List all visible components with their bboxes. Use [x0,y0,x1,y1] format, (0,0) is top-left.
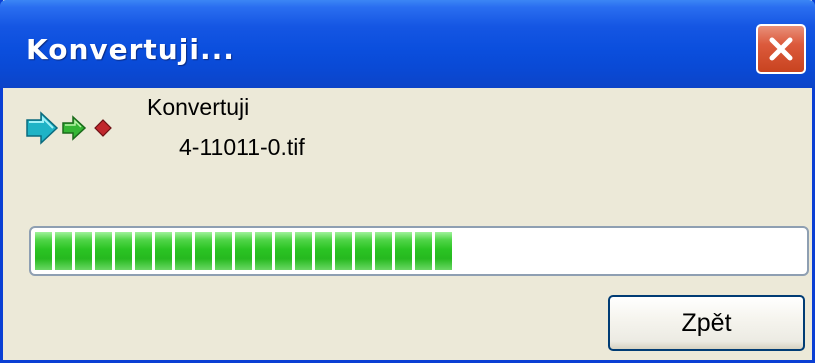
file-name-label: 4-11011-0.tif [179,134,305,160]
close-icon [769,37,793,61]
progress-segment [75,232,92,270]
progress-segment [255,232,272,270]
dialog-content: Konvertuji 4-11011-0.tif Zpět [3,88,812,360]
window-title: Konvertuji... [26,33,235,66]
progress-fill [35,232,452,270]
progress-segment [195,232,212,270]
back-button[interactable]: Zpět [608,295,805,351]
progress-bar [29,226,809,276]
progress-segment [375,232,392,270]
progress-segment [155,232,172,270]
progress-segment [435,232,452,270]
progress-segment [415,232,432,270]
progress-segment [175,232,192,270]
progress-segment [115,232,132,270]
progress-segment [315,232,332,270]
progress-segment [295,232,312,270]
progress-segment [275,232,292,270]
progress-segment [55,232,72,270]
progress-segment [35,232,52,270]
progress-segment [335,232,352,270]
progress-segment [235,232,252,270]
progress-segment [395,232,412,270]
progress-segment [95,232,112,270]
conversion-dialog: Konvertuji... Konvertuji 4-11011-0.tif Z… [0,0,815,363]
progress-segment [355,232,372,270]
close-button[interactable] [756,24,806,74]
title-bar[interactable]: Konvertuji... [0,0,815,88]
convert-arrows-icon [26,111,112,145]
status-label: Konvertuji [147,94,250,120]
progress-segment [215,232,232,270]
progress-segment [135,232,152,270]
